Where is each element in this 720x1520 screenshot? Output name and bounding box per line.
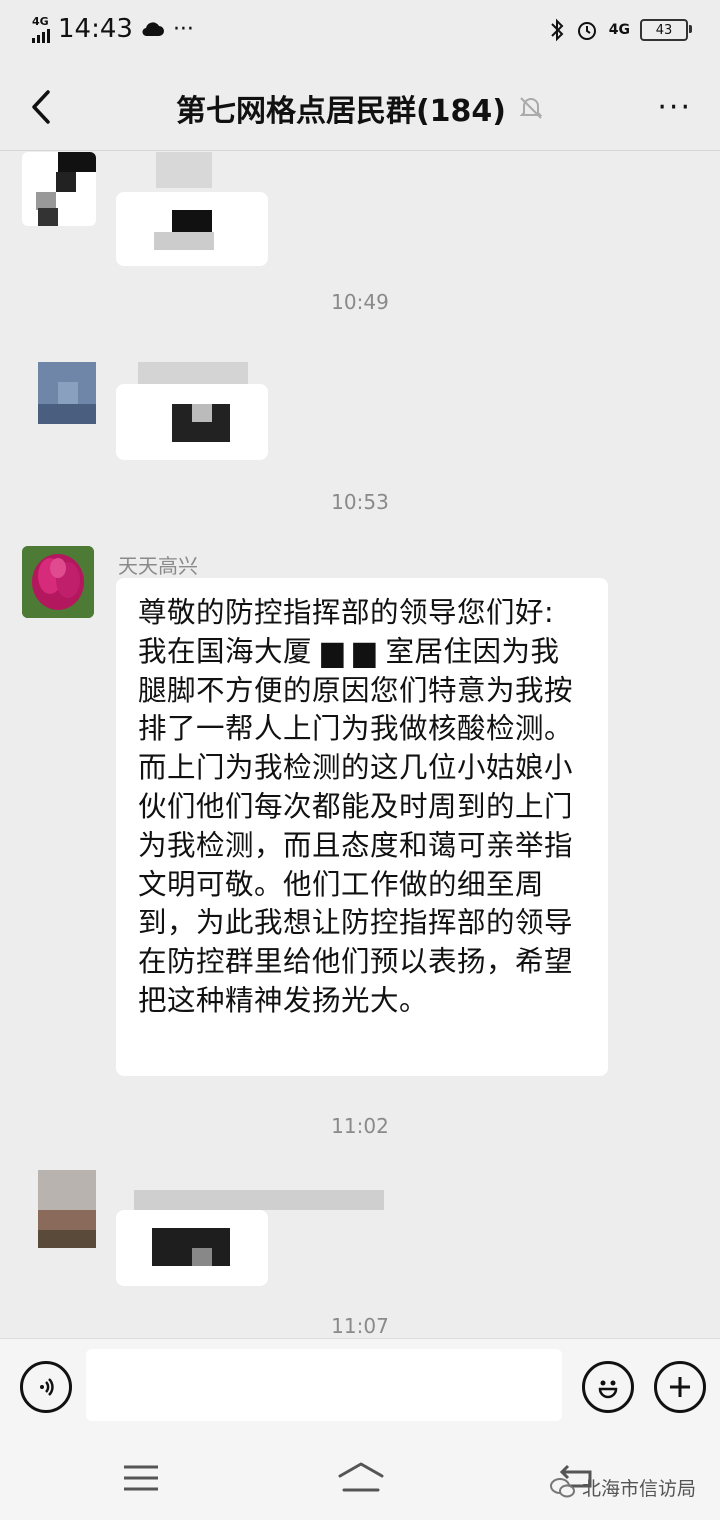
- more-functions-button[interactable]: [654, 1361, 706, 1413]
- blurred-sender: [134, 1190, 384, 1210]
- emoji-icon: [598, 1380, 618, 1399]
- wechat-icon: [549, 1477, 575, 1497]
- avatar[interactable]: [22, 546, 94, 618]
- mobile-network: 4G: [608, 22, 630, 38]
- message-input[interactable]: [86, 1349, 562, 1421]
- more-options-button[interactable]: ···: [657, 90, 692, 125]
- watermark-text: 北海市信访局: [581, 1478, 696, 1500]
- tulip-avatar-image: [22, 546, 94, 618]
- timestamp: 11:02: [331, 1114, 389, 1138]
- message-bubble[interactable]: [116, 384, 268, 460]
- battery-level: 43: [655, 22, 673, 38]
- message-bubble[interactable]: [116, 1210, 268, 1286]
- watermark: 北海市信访局: [549, 1474, 696, 1501]
- status-right: 4G 43: [549, 18, 692, 42]
- avatar[interactable]: [38, 362, 96, 424]
- network-type: 4G: [32, 14, 49, 28]
- alarm-icon: [577, 22, 596, 40]
- network-indicator: 4G: [32, 16, 50, 43]
- status-left: 4G 14:43 ···: [32, 14, 194, 44]
- message-bubble[interactable]: 尊敬的防控指挥部的领导您们好: 我在国海大厦 ▆ ▆ 室居住因为我 腿脚不方便的…: [116, 578, 608, 1076]
- menu-icon[interactable]: [122, 1464, 160, 1492]
- message-text: 尊敬的防控指挥部的领导您们好: 我在国海大厦 ▆ ▆ 室居住因为我 腿脚不方便的…: [138, 596, 574, 1017]
- input-bar: [0, 1338, 720, 1435]
- emoji-button[interactable]: [582, 1361, 634, 1413]
- status-more: ···: [172, 16, 194, 42]
- plus-icon: [670, 1377, 690, 1397]
- signal-icon: [32, 28, 50, 43]
- status-bar: 4G 14:43 ··· 4G 43: [0, 0, 720, 64]
- voice-input-button[interactable]: [20, 1361, 72, 1413]
- avatar[interactable]: [22, 152, 96, 226]
- battery-icon: 43: [640, 19, 692, 41]
- blurred-sender: [138, 362, 248, 384]
- home-icon[interactable]: [336, 1460, 386, 1496]
- sender-name: 天天高兴: [118, 554, 198, 578]
- clock: 14:43: [58, 14, 133, 44]
- system-nav-bar: 北海市信访局: [0, 1434, 720, 1520]
- group-title[interactable]: 第七网格点居民群(184): [176, 86, 506, 130]
- voice-icon: [40, 1378, 54, 1396]
- cloud-icon: [142, 22, 164, 37]
- mute-bell-icon: [519, 97, 543, 119]
- avatar[interactable]: [38, 1170, 96, 1248]
- timestamp: 11:07: [331, 1314, 389, 1338]
- message-bubble[interactable]: [116, 192, 268, 266]
- timestamp: 10:53: [331, 490, 389, 514]
- timestamp: 10:49: [331, 290, 389, 314]
- blurred-sender: [156, 152, 212, 188]
- header-title-area: 第七网格点居民群(184): [0, 86, 720, 130]
- bluetooth-icon: [551, 18, 564, 42]
- chat-header: 第七网格点居民群(184) ···: [0, 64, 720, 151]
